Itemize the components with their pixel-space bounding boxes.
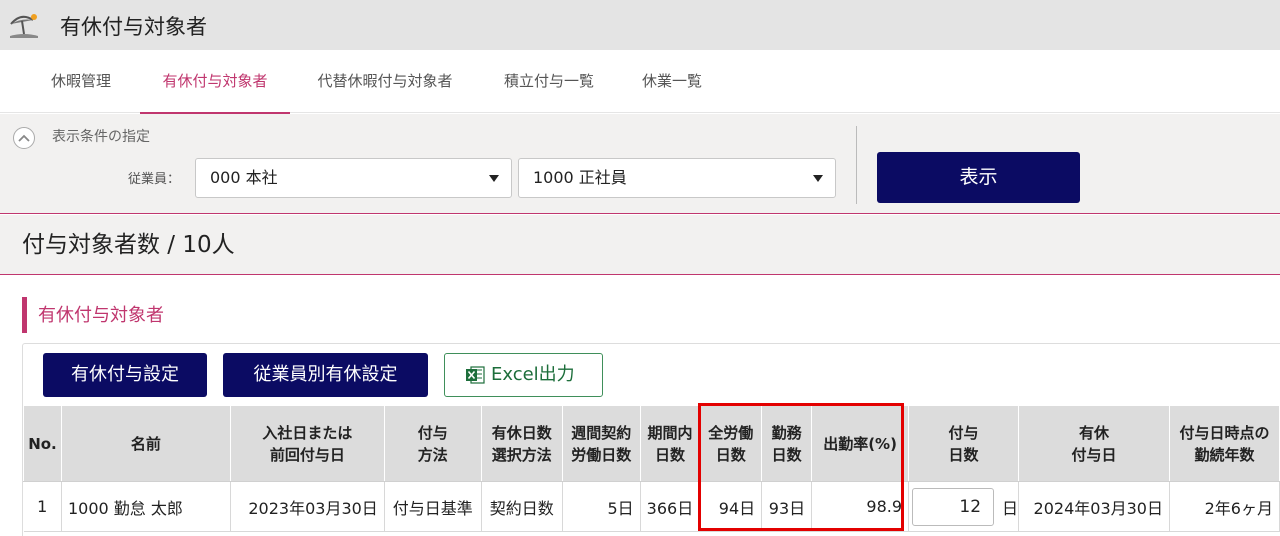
filter-heading: 表示条件の指定 [52, 129, 150, 145]
tab-paid-leave-targets[interactable]: 有休付与対象者 [140, 50, 290, 114]
tab-absence-list[interactable]: 休業一覧 [638, 50, 706, 113]
branch-select-value: 000 本社 [210, 168, 278, 187]
filter-panel: 表示条件の指定 従業員： 000 本社 1000 正社員 表示 [0, 114, 1280, 214]
section-accent-bar [22, 297, 27, 333]
cell-period-days: 366日 [640, 481, 701, 532]
excel-export-label: Excel出力 [491, 364, 575, 385]
cell-attend-days: 93日 [761, 481, 813, 532]
cell-no: 1 [23, 481, 62, 532]
app-header: 有休付与対象者 [0, 0, 1280, 50]
table-row: 1 1000 勤怠 太郎 2023年03月30日 付与日基準 契約日数 5日 3… [23, 481, 1280, 532]
col-grant-method: 付与 方法 [383, 405, 482, 482]
cell-attendance-rate: 98.9 [811, 481, 910, 532]
collapse-toggle[interactable] [13, 127, 35, 149]
col-attendance-rate: 出勤率(%) [811, 405, 910, 482]
col-total-work-days: 全労働 日数 [699, 405, 763, 482]
col-attend-days: 勤務 日数 [761, 405, 813, 482]
cell-grant-method: 付与日基準 [384, 481, 482, 532]
paid-leave-table: No. 名前 入社日または 前回付与日 付与 方法 有休日数 選択方法 週間契約 労働日… [23, 405, 1280, 532]
col-select-method: 有休日数 選択方法 [480, 405, 563, 482]
excel-export-button[interactable]: Excel出力 [444, 353, 603, 397]
col-name: 名前 [60, 405, 231, 482]
show-button[interactable]: 表示 [877, 152, 1080, 203]
col-grant-days: 付与 日数 [908, 405, 1020, 482]
employee-label: 従業員： [128, 172, 181, 187]
cell-prev-grant-date: 2023年03月30日 [230, 481, 385, 532]
page-title: 有休付与対象者 [60, 15, 207, 39]
tab-leave-management[interactable]: 休暇管理 [48, 50, 114, 113]
dropdown-caret-icon [813, 175, 823, 182]
excel-icon [466, 366, 485, 384]
table-header-row: No. 名前 入社日または 前回付与日 付与 方法 有休日数 選択方法 週間契約 労働日… [23, 405, 1280, 482]
count-bar: 付与対象者数 / 10人 [0, 215, 1280, 275]
employment-type-value: 1000 正社員 [533, 168, 627, 187]
grant-days-input[interactable]: 12 [912, 487, 995, 526]
tab-substitute-leave-targets[interactable]: 代替休暇付与対象者 [310, 50, 460, 113]
grant-setting-button[interactable]: 有休付与設定 [43, 353, 207, 397]
cell-select-method: 契約日数 [481, 481, 563, 532]
target-count: 付与対象者数 / 10人 [22, 232, 235, 258]
dropdown-caret-icon [489, 175, 499, 182]
chevron-up-icon [18, 134, 30, 142]
col-tenure: 付与日時点の 勤続年数 [1169, 405, 1280, 482]
col-no: No. [23, 405, 62, 482]
employee-leave-setting-button[interactable]: 従業員別有休設定 [223, 353, 428, 397]
employment-type-select[interactable]: 1000 正社員 [518, 158, 836, 198]
beach-umbrella-icon [10, 14, 38, 38]
section-title: 有休付与対象者 [38, 305, 164, 326]
cell-total-work-days: 94日 [699, 481, 763, 532]
cell-grant-days: 12 日 [908, 481, 1020, 532]
col-prev-grant-date: 入社日または 前回付与日 [229, 405, 385, 482]
cell-weekly-days: 5日 [562, 481, 641, 532]
col-period-days: 期間内 日数 [639, 405, 701, 482]
tab-accumulated-grants[interactable]: 積立付与一覧 [498, 50, 600, 113]
cell-tenure: 2年6ヶ月 [1169, 481, 1280, 532]
cell-grant-date: 2024年03月30日 [1018, 481, 1170, 532]
divider [856, 126, 857, 204]
cell-name: 1000 勤怠 太郎 [61, 481, 231, 532]
col-weekly-contract: 週間契約 労働日数 [561, 405, 641, 482]
grant-days-unit: 日 [1002, 498, 1019, 518]
col-grant-date: 有休 付与日 [1018, 405, 1170, 482]
tab-bar: 休暇管理 有休付与対象者 代替休暇付与対象者 積立付与一覧 休業一覧 [0, 50, 1280, 114]
branch-select[interactable]: 000 本社 [195, 158, 512, 198]
